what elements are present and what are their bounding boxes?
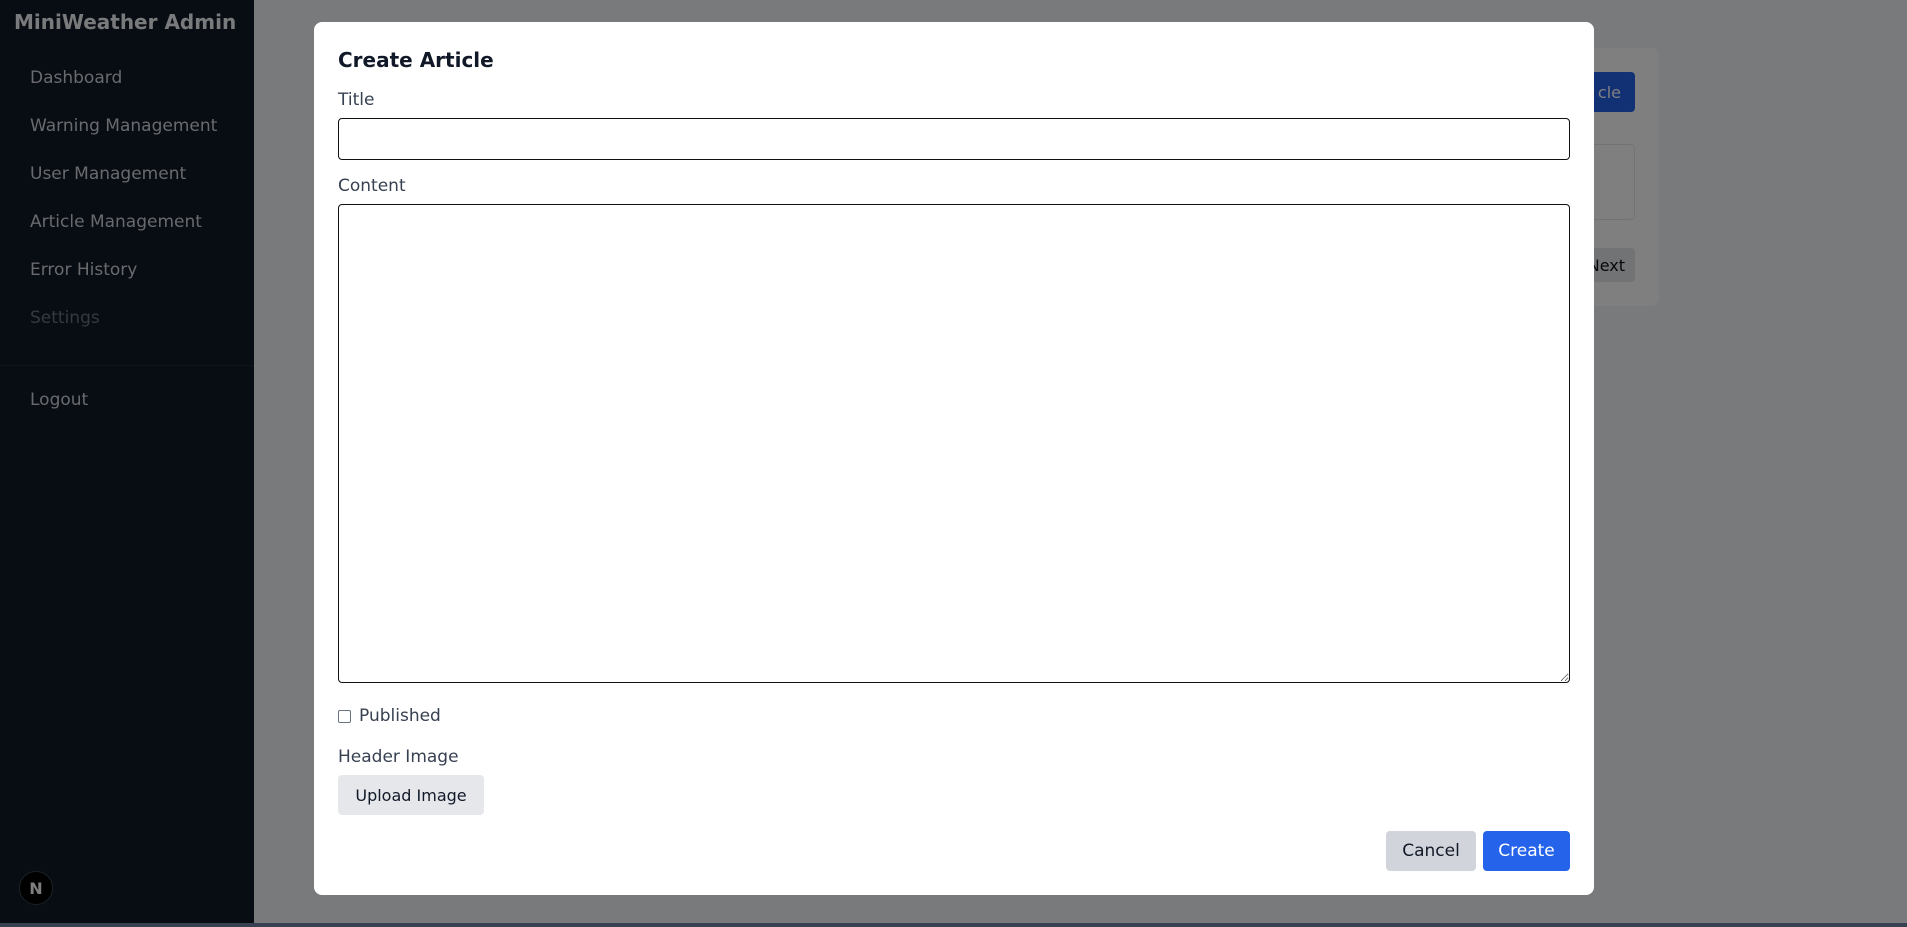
title-label: Title (338, 90, 375, 110)
content-label: Content (338, 176, 406, 196)
bottom-border (0, 923, 1907, 927)
create-article-modal: Create Article Title Content Published H… (314, 22, 1594, 895)
header-image-label: Header Image (338, 747, 459, 767)
title-input[interactable] (338, 118, 1570, 160)
content-textarea[interactable] (338, 204, 1570, 683)
app-root: MiniWeather Admin Dashboard Warning Mana… (0, 0, 1907, 927)
published-row: Published (338, 706, 441, 726)
cancel-button[interactable]: Cancel (1386, 831, 1476, 871)
published-label[interactable]: Published (359, 706, 441, 726)
upload-image-button[interactable]: Upload Image (338, 775, 484, 815)
modal-title: Create Article (338, 48, 494, 72)
published-checkbox[interactable] (338, 709, 351, 723)
create-button[interactable]: Create (1483, 831, 1570, 871)
